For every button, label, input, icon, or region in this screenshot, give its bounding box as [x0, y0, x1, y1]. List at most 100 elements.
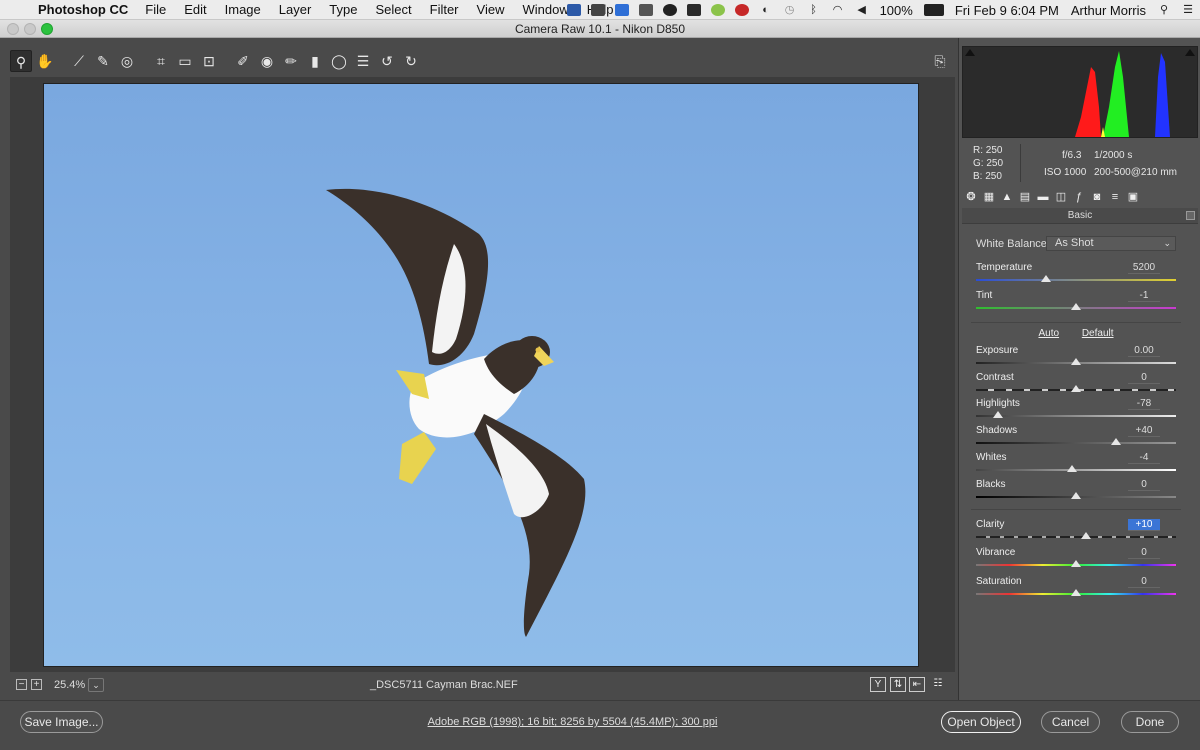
- slider-value[interactable]: 5200: [1128, 262, 1160, 274]
- cancel-button[interactable]: Cancel: [1041, 711, 1100, 733]
- snapshots-tab-icon[interactable]: ▣: [1124, 189, 1142, 205]
- crop-icon[interactable]: ⌗: [150, 50, 172, 72]
- minimize-window-button[interactable]: [24, 23, 36, 35]
- image-preview-area[interactable]: [10, 77, 955, 672]
- presets-tab-icon[interactable]: ≡: [1106, 189, 1124, 205]
- slider-value[interactable]: 0: [1128, 372, 1160, 384]
- slider-track[interactable]: [976, 415, 1176, 417]
- slider-track[interactable]: [976, 536, 1176, 538]
- slider-thumb[interactable]: [1081, 532, 1091, 539]
- slider-thumb[interactable]: [1071, 492, 1081, 499]
- panel-menu-icon[interactable]: [1186, 211, 1195, 220]
- slider-tint[interactable]: Tint -1: [976, 290, 1176, 316]
- toggle-settings-icon[interactable]: ☷: [930, 677, 946, 692]
- copy-settings-icon[interactable]: ⇤: [909, 677, 925, 692]
- bookmark-icon[interactable]: [638, 4, 653, 16]
- dropbox-icon[interactable]: [566, 4, 581, 16]
- slider-temperature[interactable]: Temperature 5200: [976, 262, 1176, 288]
- slider-exposure[interactable]: Exposure 0.00: [976, 345, 1176, 371]
- transform-icon[interactable]: ⊡: [198, 50, 220, 72]
- malwarebytes-icon[interactable]: [662, 4, 677, 16]
- slider-thumb[interactable]: [1071, 358, 1081, 365]
- slider-thumb[interactable]: [1071, 589, 1081, 596]
- menu-select[interactable]: Select: [366, 2, 420, 17]
- swap-settings-icon[interactable]: ⇅: [890, 677, 906, 692]
- graduated-filter-icon[interactable]: ▮: [304, 50, 326, 72]
- auto-button[interactable]: Auto: [1038, 328, 1059, 339]
- basic-tab-icon[interactable]: ❂: [962, 189, 980, 205]
- white-balance-icon[interactable]: ⟋: [68, 50, 90, 72]
- app-menu[interactable]: Photoshop CC: [38, 2, 128, 17]
- slider-clarity[interactable]: Clarity +10: [976, 519, 1176, 545]
- slider-value[interactable]: -1: [1128, 290, 1160, 302]
- camera-calibration-tab-icon[interactable]: ◙: [1088, 189, 1106, 205]
- red-eye-icon[interactable]: ◉: [256, 50, 278, 72]
- rotate-ccw-icon[interactable]: ↺: [376, 50, 398, 72]
- menu-layer[interactable]: Layer: [270, 2, 321, 17]
- close-window-button[interactable]: [7, 23, 19, 35]
- presets-list-icon[interactable]: ☰: [352, 50, 374, 72]
- open-object-button[interactable]: Open Object: [941, 711, 1021, 733]
- spy-icon[interactable]: ◐: [759, 4, 773, 16]
- slider-contrast[interactable]: Contrast 0: [976, 372, 1176, 398]
- evernote-icon[interactable]: [590, 4, 605, 16]
- done-button[interactable]: Done: [1121, 711, 1179, 733]
- slider-value[interactable]: +10: [1128, 519, 1160, 531]
- slider-value[interactable]: 0: [1128, 547, 1160, 559]
- slider-thumb[interactable]: [1041, 275, 1051, 282]
- radial-filter-icon[interactable]: ◯: [328, 50, 350, 72]
- hsl-tab-icon[interactable]: ▤: [1016, 189, 1034, 205]
- shadow-clipping-icon[interactable]: [965, 49, 975, 56]
- d-app-icon[interactable]: [686, 4, 701, 16]
- color-sampler-icon[interactable]: ✎: [92, 50, 114, 72]
- record-icon[interactable]: [734, 4, 749, 16]
- zoom-window-button[interactable]: [41, 23, 53, 35]
- menu-filter[interactable]: Filter: [421, 2, 468, 17]
- dollar-app-icon[interactable]: [710, 4, 725, 16]
- photo-preview[interactable]: [43, 83, 919, 667]
- split-toning-tab-icon[interactable]: ▬: [1034, 189, 1052, 205]
- detail-tab-icon[interactable]: ▲: [998, 189, 1016, 205]
- adjustment-brush-icon[interactable]: ✏: [280, 50, 302, 72]
- highlight-clipping-icon[interactable]: [1185, 49, 1195, 56]
- menu-image[interactable]: Image: [216, 2, 270, 17]
- volume-icon[interactable]: ◀: [855, 4, 869, 16]
- user-name[interactable]: Arthur Morris: [1071, 3, 1146, 18]
- slider-value[interactable]: 0.00: [1128, 345, 1160, 357]
- straighten-icon[interactable]: ▭: [174, 50, 196, 72]
- open-preferences-icon[interactable]: ⎘: [929, 50, 951, 72]
- menu-type[interactable]: Type: [320, 2, 366, 17]
- slider-thumb[interactable]: [1111, 438, 1121, 445]
- slider-value[interactable]: +40: [1128, 425, 1160, 437]
- slider-track[interactable]: [976, 442, 1176, 444]
- wifi-icon[interactable]: ◠: [831, 4, 845, 16]
- default-button[interactable]: Default: [1082, 328, 1114, 339]
- slider-thumb[interactable]: [1067, 465, 1077, 472]
- s-app-icon[interactable]: [614, 4, 629, 16]
- rotate-cw-icon[interactable]: ↻: [400, 50, 422, 72]
- slider-highlights[interactable]: Highlights -78: [976, 398, 1176, 424]
- effects-tab-icon[interactable]: ƒ: [1070, 189, 1088, 205]
- slider-vibrance[interactable]: Vibrance 0: [976, 547, 1176, 573]
- zoom-in-button[interactable]: +: [31, 679, 42, 690]
- zoom-dropdown[interactable]: ⌄: [88, 678, 104, 692]
- slider-whites[interactable]: Whites -4: [976, 452, 1176, 478]
- slider-saturation[interactable]: Saturation 0: [976, 576, 1176, 602]
- notification-center-icon[interactable]: ☰: [1181, 4, 1195, 16]
- clock[interactable]: Fri Feb 9 6:04 PM: [955, 3, 1059, 18]
- targeted-adjustment-icon[interactable]: ◎: [116, 50, 138, 72]
- slider-value[interactable]: 0: [1128, 576, 1160, 588]
- lens-corrections-tab-icon[interactable]: ◫: [1052, 189, 1070, 205]
- menu-edit[interactable]: Edit: [175, 2, 215, 17]
- slider-shadows[interactable]: Shadows +40: [976, 425, 1176, 451]
- hand-icon[interactable]: ✋: [34, 50, 56, 72]
- spot-removal-icon[interactable]: ✐: [232, 50, 254, 72]
- slider-thumb[interactable]: [1071, 303, 1081, 310]
- white-balance-select[interactable]: As Shot ⌄: [1046, 236, 1176, 251]
- battery-icon[interactable]: [923, 4, 944, 16]
- bluetooth-icon[interactable]: ᛒ: [807, 4, 821, 16]
- slider-thumb[interactable]: [1071, 560, 1081, 567]
- before-after-view-icon[interactable]: Y: [870, 677, 886, 692]
- slider-value[interactable]: -4: [1128, 452, 1160, 464]
- slider-value[interactable]: 0: [1128, 479, 1160, 491]
